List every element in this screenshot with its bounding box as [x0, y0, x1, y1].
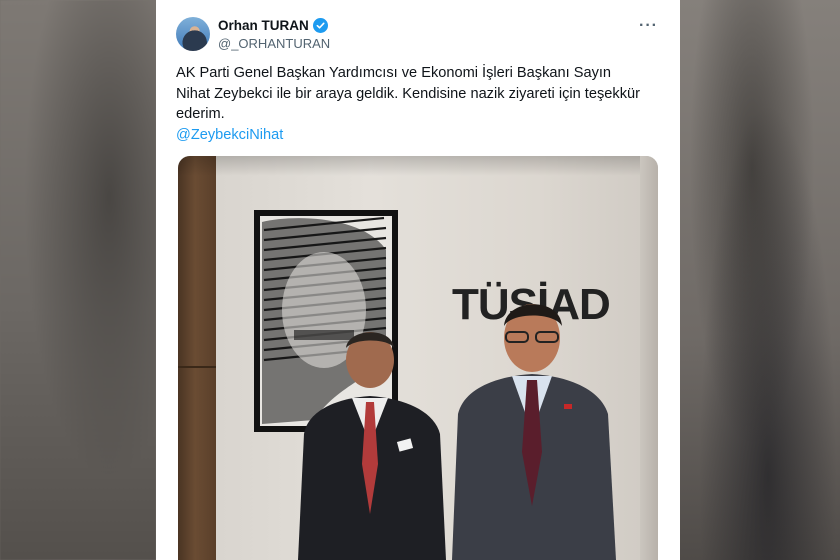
wood-panel: [178, 156, 216, 560]
author-name[interactable]: Orhan TURAN: [218, 18, 309, 33]
tweet-header: Orhan TURAN @_ORHANTURAN ···: [176, 15, 660, 55]
mention-link[interactable]: @ZeybekciNihat: [176, 125, 648, 146]
verified-badge-icon: [312, 18, 328, 33]
author-handle[interactable]: @_ORHANTURAN: [218, 36, 330, 51]
tweet-text: AK Parti Genel Başkan Yardımcısı ve Ekon…: [176, 63, 648, 145]
tweet-card: Orhan TURAN @_ORHANTURAN ··· AK Parti Ge…: [156, 0, 680, 560]
background-right: [680, 0, 840, 560]
person-right: [452, 304, 616, 560]
background-left: [0, 0, 156, 560]
more-options-icon[interactable]: ···: [639, 18, 658, 34]
author-row: Orhan TURAN: [218, 18, 328, 33]
person-left: [298, 332, 446, 560]
tweet-body: AK Parti Genel Başkan Yardımcısı ve Ekon…: [176, 65, 640, 122]
tweet-photo[interactable]: TÜSİAD: [178, 156, 658, 560]
avatar[interactable]: [176, 17, 210, 51]
